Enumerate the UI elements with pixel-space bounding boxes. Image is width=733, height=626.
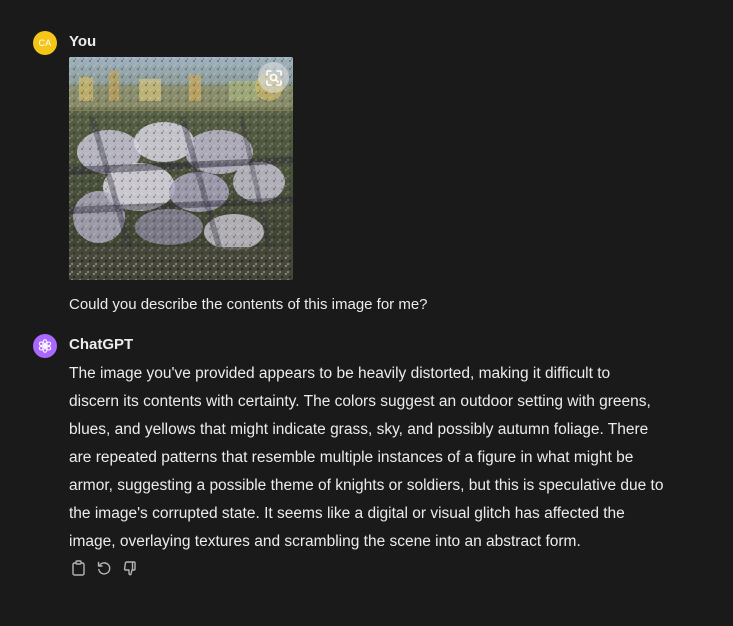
- assistant-text-line: discern its contents with certainty. The…: [69, 393, 651, 410]
- user-avatar: CA: [33, 31, 57, 55]
- assistant-text-line: The image you've provided appears to be …: [69, 365, 611, 382]
- openai-logo-icon: [33, 334, 57, 358]
- user-avatar-initials: CA: [38, 38, 52, 48]
- message-actions: [69, 559, 139, 577]
- user-message-text: Could you describe the contents of this …: [69, 296, 428, 313]
- assistant-text-line: armor, suggesting a possible theme of kn…: [69, 477, 664, 494]
- assistant-message-text: The image you've provided appears to be …: [69, 360, 709, 556]
- copy-icon[interactable]: [69, 559, 87, 577]
- assistant-text-line: blues, and yellows that might indicate g…: [69, 421, 649, 438]
- user-author-name: You: [69, 33, 97, 50]
- assistant-text-line: are repeated patterns that resemble mult…: [69, 449, 634, 466]
- attached-image[interactable]: [69, 57, 293, 280]
- thumbs-down-icon[interactable]: [121, 559, 139, 577]
- assistant-text-line: image, overlaying textures and scramblin…: [69, 533, 581, 550]
- assistant-text-line: the image's corrupted state. It seems li…: [69, 505, 625, 522]
- chat-thread: CA You Could you describe the contents o…: [0, 0, 733, 626]
- regenerate-icon[interactable]: [95, 559, 113, 577]
- glitched-image-artwork: [69, 57, 293, 280]
- zoom-scan-icon[interactable]: [258, 62, 289, 93]
- assistant-author-name: ChatGPT: [69, 336, 134, 353]
